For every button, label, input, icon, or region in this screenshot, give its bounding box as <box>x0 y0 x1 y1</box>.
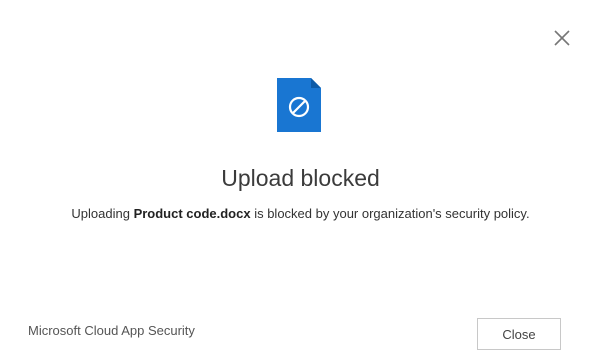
dialog-message: Uploading Product code.docx is blocked b… <box>0 205 601 223</box>
close-icon[interactable] <box>552 28 572 48</box>
blocked-document-icon <box>277 78 321 132</box>
message-suffix: is blocked by your organization's securi… <box>250 206 530 221</box>
upload-blocked-dialog: Upload blocked Uploading Product code.do… <box>0 0 601 364</box>
dialog-title: Upload blocked <box>221 165 380 191</box>
blocked-filename: Product code.docx <box>133 206 251 221</box>
message-prefix: Uploading <box>71 206 134 221</box>
close-button[interactable]: Close <box>477 318 561 350</box>
brand-label: Microsoft Cloud App Security <box>28 323 195 338</box>
